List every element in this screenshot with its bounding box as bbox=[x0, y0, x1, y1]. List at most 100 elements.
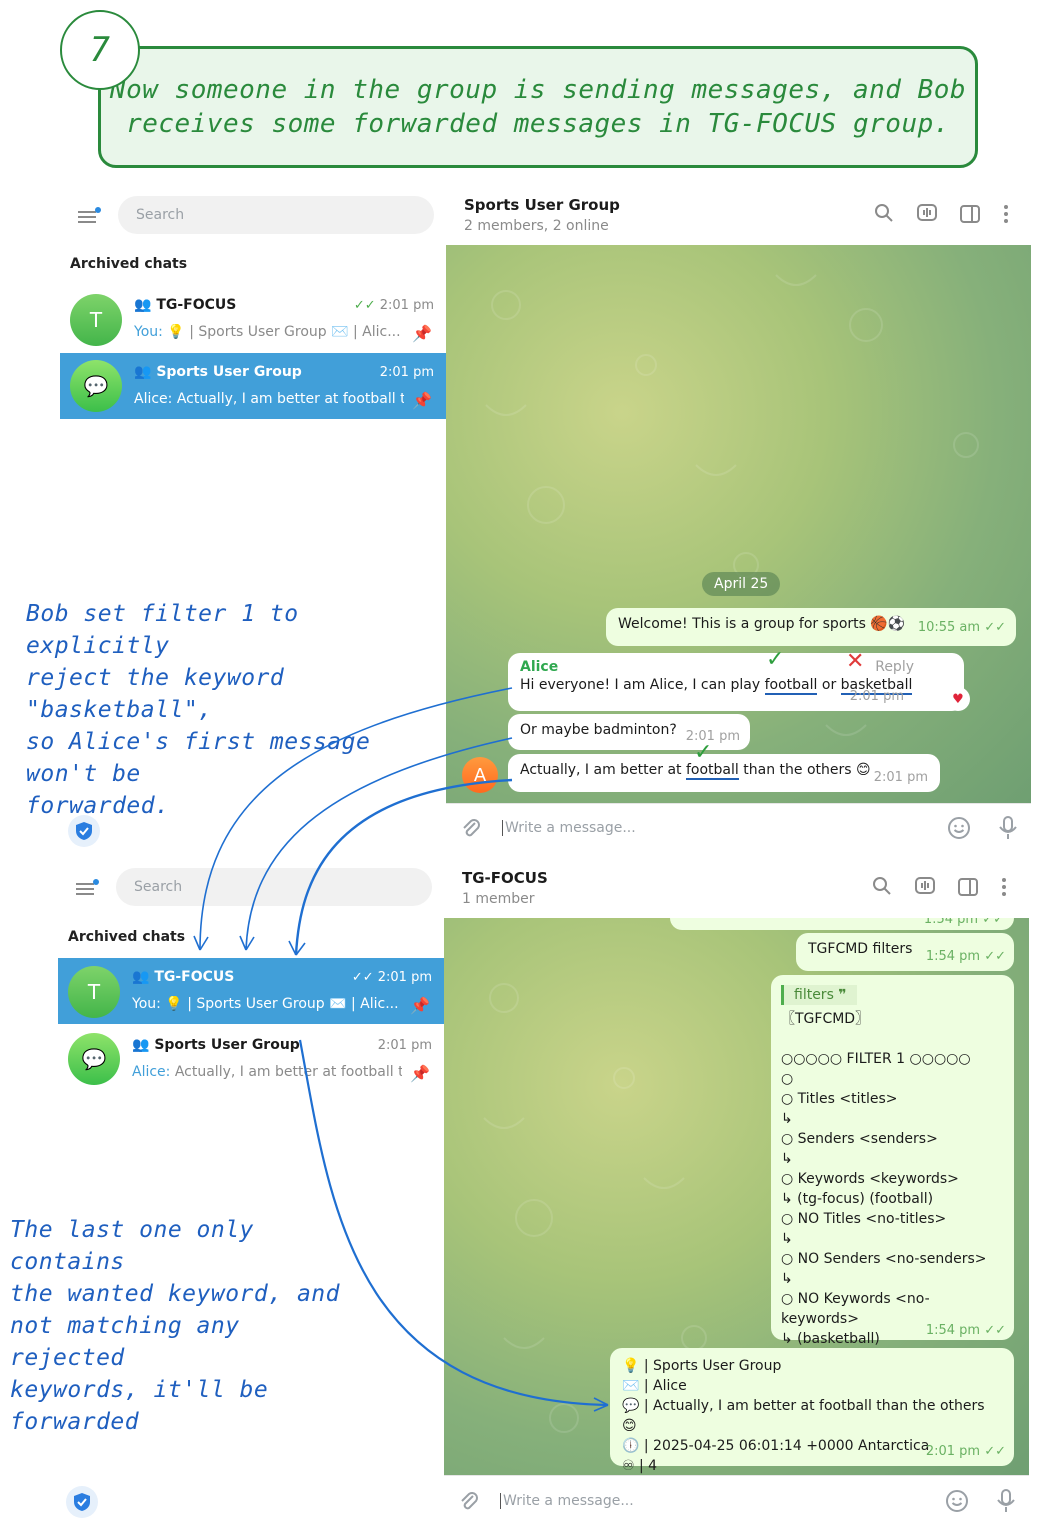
annotation-line: the wanted keyword, and bbox=[10, 1281, 340, 1307]
check-mark-icon: ✓ bbox=[766, 647, 785, 672]
filter-line: ○ NO Titles <no-titles> bbox=[781, 1211, 947, 1227]
emoji-icon[interactable] bbox=[947, 816, 971, 844]
chat-item-tg-focus[interactable]: T 👥 TG-FOCUS ✓✓ 2:01 pm You: 💡 | Sports … bbox=[58, 958, 444, 1024]
message-input[interactable]: Write a message... bbox=[500, 1493, 634, 1509]
microphone-icon[interactable] bbox=[998, 815, 1018, 845]
filter-line: ○ Keywords <keywords> bbox=[781, 1171, 959, 1187]
chat-name: 👥 Sports User Group bbox=[132, 1037, 300, 1053]
chat-subtitle: 1 member bbox=[462, 891, 535, 907]
pin-icon: 📌 bbox=[412, 391, 432, 410]
menu-icon[interactable] bbox=[78, 207, 102, 229]
filter-line: ↳ bbox=[781, 1111, 793, 1127]
archived-chats-title: Archived chats bbox=[68, 929, 186, 945]
message-time: 2:01 pm bbox=[873, 770, 928, 785]
chat-preview: Alice: Actually, I am better at football… bbox=[134, 391, 404, 407]
filter-line: 〖TGFCMD〗 bbox=[781, 1011, 870, 1027]
filter-line bbox=[781, 1029, 1004, 1049]
reply-button[interactable]: Reply bbox=[875, 659, 914, 675]
top-chat-area: April 25 Welcome! This is a group for sp… bbox=[446, 245, 1031, 803]
banner-line-1: Now someone in the group is sending mess… bbox=[109, 75, 967, 105]
forwarded-line: 💡 | Sports User Group bbox=[622, 1358, 782, 1374]
message-alice-1[interactable]: Alice Reply Hi everyone! I am Alice, I c… bbox=[508, 647, 970, 711]
annotation-line: reject the keyword "basketball", bbox=[26, 665, 285, 723]
chat-subtitle: 2 members, 2 online bbox=[464, 218, 609, 234]
message-input[interactable]: Write a message... bbox=[502, 820, 636, 836]
chat-preview: You: 💡 | Sports User Group ✉️ | Alic... bbox=[132, 996, 399, 1012]
search-icon[interactable] bbox=[872, 876, 892, 901]
chat-item-sports-user-group[interactable]: 💬 👥 Sports User Group 2:01 pm Alice: Act… bbox=[60, 353, 446, 419]
avatar: 💬 bbox=[70, 360, 122, 412]
emoji-icon[interactable] bbox=[945, 1489, 969, 1517]
filter-line: ↳ bbox=[781, 1271, 793, 1287]
annotation-line: Bob set filter 1 to explicitly bbox=[26, 601, 299, 659]
chat-preview: Alice: Actually, I am better at football… bbox=[132, 1064, 402, 1080]
filter-line: ○ Titles <titles> bbox=[781, 1091, 898, 1107]
avatar: T bbox=[70, 294, 122, 346]
banner-line-2: receives some forwarded messages in TG-F… bbox=[126, 109, 950, 139]
annotation-line: not matching any rejected bbox=[10, 1313, 240, 1371]
read-ticks-icon: ✓✓ bbox=[351, 970, 374, 985]
check-mark-icon: ✓ bbox=[694, 740, 713, 765]
cross-mark-icon: ✕ bbox=[846, 649, 865, 674]
chat-item-sports-user-group[interactable]: 💬 👥 Sports User Group 2:01 pm Alice: Act… bbox=[58, 1026, 444, 1092]
message-time: 1:54 pm ✓✓ bbox=[925, 1323, 1006, 1338]
read-ticks-icon: ✓✓ bbox=[353, 298, 376, 313]
avatar-alice[interactable]: A bbox=[462, 757, 498, 793]
bottom-composer: Write a message... bbox=[444, 1475, 1029, 1528]
message-welcome[interactable]: Welcome! This is a group for sports 🏀⚽ 1… bbox=[606, 608, 1016, 646]
more-options-icon[interactable] bbox=[1002, 203, 1010, 230]
chat-time: ✓✓ 2:01 pm bbox=[351, 970, 432, 985]
filter-line: ○ bbox=[781, 1071, 794, 1087]
filter-line: ↳ (tg-focus) (football) bbox=[781, 1191, 934, 1207]
step-number: 7 bbox=[60, 10, 140, 90]
chat-title: TG-FOCUS bbox=[462, 869, 548, 887]
menu-icon[interactable] bbox=[76, 879, 100, 901]
chat-preview: You: 💡 | Sports User Group ✉️ | Alic... bbox=[134, 324, 401, 340]
read-ticks-icon: ✓✓ bbox=[984, 620, 1006, 635]
step-banner: Now someone in the group is sending mess… bbox=[98, 46, 978, 168]
search-input[interactable]: Search bbox=[118, 196, 434, 234]
avatar: T bbox=[68, 966, 120, 1018]
chat-name: 👥 TG-FOCUS bbox=[132, 969, 235, 985]
archived-chats-title: Archived chats bbox=[70, 256, 188, 272]
filter-lines: 〖TGFCMD〗 ○○○○○ FILTER 1 ○○○○○ ○ ○ Titles <… bbox=[781, 1009, 1004, 1349]
attach-icon[interactable] bbox=[460, 817, 482, 843]
microphone-icon[interactable] bbox=[996, 1488, 1016, 1518]
filter-line: ○ Senders <senders> bbox=[781, 1131, 938, 1147]
chat-name: 👥 TG-FOCUS bbox=[134, 297, 237, 313]
chat-time: 2:01 pm bbox=[377, 1038, 432, 1053]
more-options-icon[interactable] bbox=[1000, 876, 1008, 903]
message-filters[interactable]: filters ❞ 〖TGFCMD〗 ○○○○○ FILTER 1 ○○○○○ ○… bbox=[771, 975, 1014, 1347]
sidebar-toggle-icon[interactable] bbox=[959, 204, 981, 229]
chat-name: 👥 Sports User Group bbox=[134, 364, 302, 380]
annotation-line: so Alice's first message won't be bbox=[26, 729, 371, 787]
avatar: 💬 bbox=[68, 1033, 120, 1085]
annotation-line: forwarded. bbox=[26, 793, 170, 819]
chat-time: 2:01 pm bbox=[379, 365, 434, 380]
pin-icon: 📌 bbox=[410, 1064, 430, 1083]
attach-icon[interactable] bbox=[458, 1490, 480, 1516]
chat-time: ✓✓ 2:01 pm bbox=[353, 298, 434, 313]
filter-line: ↳ bbox=[781, 1151, 793, 1167]
sidebar-toggle-icon[interactable] bbox=[957, 877, 979, 902]
message-alice-3[interactable]: Actually, I am better at football than t… bbox=[508, 740, 940, 792]
heart-reaction-icon[interactable]: ♥ bbox=[946, 687, 970, 711]
message-time: 1:54 pm ✓✓ bbox=[923, 918, 1004, 927]
annotation-line: The last one only contains bbox=[10, 1217, 254, 1275]
bottom-chat-header: TG-FOCUS 1 member bbox=[444, 858, 1029, 919]
shield-icon[interactable] bbox=[66, 1486, 98, 1518]
message-alice-2[interactable]: Or maybe badminton? 2:01 pm bbox=[508, 714, 750, 750]
search-icon[interactable] bbox=[874, 203, 894, 228]
live-stream-icon[interactable] bbox=[916, 203, 938, 230]
filter-line: ○ NO Senders <no-senders> bbox=[781, 1251, 987, 1267]
forwarded-line: ✉️ | Alice bbox=[622, 1378, 687, 1394]
forwarded-line: 💬 | Actually, I am better at football th… bbox=[622, 1398, 985, 1434]
message-forwarded[interactable]: 💡 | Sports User Group ✉️ | Alice 💬 | Actua… bbox=[610, 1348, 1014, 1474]
message-cmd[interactable]: TGFCMD filters 1:54 pm ✓✓ bbox=[796, 933, 1014, 971]
annotation-line: keywords, it'll be forwarded bbox=[10, 1377, 269, 1435]
top-composer: Write a message... bbox=[446, 803, 1031, 854]
chat-item-tg-focus[interactable]: T 👥 TG-FOCUS ✓✓ 2:01 pm You: 💡 | Sports … bbox=[60, 286, 446, 352]
live-stream-icon[interactable] bbox=[914, 876, 936, 903]
search-input[interactable]: Search bbox=[116, 868, 432, 906]
top-chat-header: Sports User Group 2 members, 2 online bbox=[446, 185, 1031, 246]
